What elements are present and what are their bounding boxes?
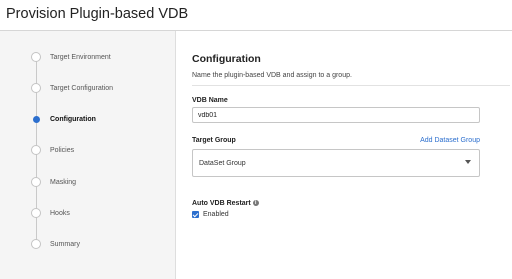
step-label: Target Configuration — [50, 84, 114, 92]
step-masking[interactable]: Masking — [31, 175, 76, 189]
target-group-label: Target Group — [192, 137, 236, 144]
auto-restart-label-row: Auto VDB Restart i — [192, 200, 259, 207]
info-icon[interactable]: i — [252, 200, 259, 206]
step-label: Policies — [50, 146, 75, 154]
step-label: Configuration — [50, 115, 96, 123]
step-target-configuration[interactable]: Target Configuration — [31, 81, 113, 95]
step-circle-icon — [31, 83, 41, 93]
enabled-label: Enabled — [203, 211, 229, 218]
add-dataset-group-link[interactable]: Add Dataset Group — [420, 137, 480, 144]
step-label: Summary — [50, 240, 80, 248]
step-circle-icon — [31, 145, 41, 155]
auto-restart-toggle[interactable]: Enabled — [192, 211, 229, 218]
target-group-value: DataSet Group — [199, 160, 246, 167]
checkbox-checked-icon[interactable] — [192, 211, 199, 218]
step-active-circle-icon — [32, 115, 40, 123]
step-summary[interactable]: Summary — [31, 237, 80, 251]
section-divider — [192, 85, 510, 86]
wizard-sidebar: Target Environment Target Configuration … — [0, 31, 176, 279]
step-circle-icon — [31, 177, 41, 187]
step-label: Masking — [50, 178, 77, 186]
auto-restart-label: Auto VDB Restart — [192, 200, 251, 207]
section-description: Name the plugin-based VDB and assign to … — [192, 72, 352, 79]
step-circle-icon — [31, 52, 41, 62]
caret-down-icon — [465, 160, 471, 164]
step-label: Hooks — [50, 209, 70, 217]
section-title: Configuration — [192, 53, 261, 65]
step-target-environment[interactable]: Target Environment — [31, 50, 111, 64]
page-title: Provision Plugin-based VDB — [6, 6, 189, 22]
step-circle-icon — [31, 208, 41, 218]
vdb-name-input[interactable] — [192, 107, 480, 123]
vdb-name-label: VDB Name — [192, 97, 228, 104]
step-hooks[interactable]: Hooks — [31, 206, 70, 220]
step-circle-icon — [31, 239, 41, 249]
step-label: Target Environment — [50, 53, 111, 61]
step-policies[interactable]: Policies — [31, 143, 74, 157]
target-group-select[interactable]: DataSet Group — [192, 149, 480, 177]
step-configuration[interactable]: Configuration — [31, 112, 96, 126]
